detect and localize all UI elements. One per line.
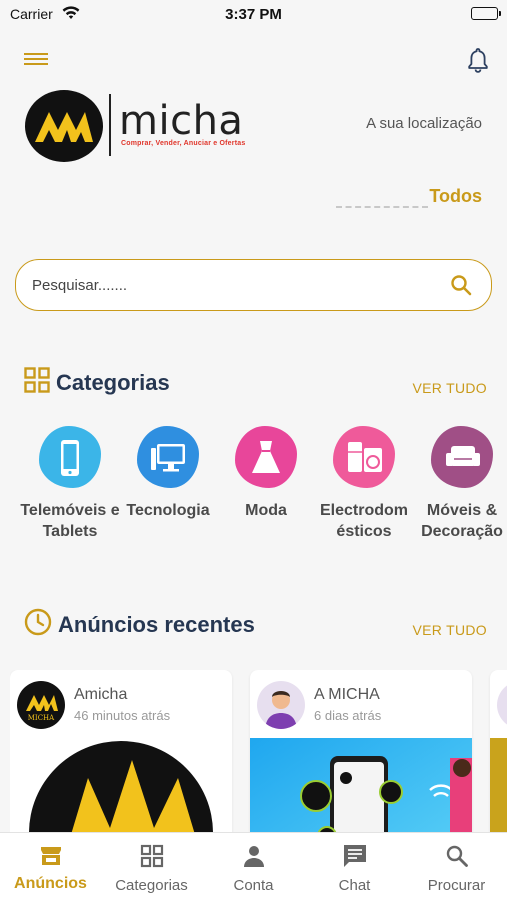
search-icon[interactable] bbox=[449, 273, 473, 297]
bottom-navigation: Anúncios Categorias Conta Chat Procurar bbox=[0, 832, 507, 900]
category-moveis[interactable]: Móveis & Decoração bbox=[410, 426, 507, 542]
seller-avatar: MICHA bbox=[17, 681, 65, 729]
chat-bubble-icon bbox=[304, 843, 405, 869]
notification-bell-icon[interactable] bbox=[466, 47, 490, 73]
micha-logo: micha Comprar, Vender, Anuciar e Ofertas bbox=[25, 88, 270, 163]
nav-anuncios[interactable]: Anúncios bbox=[0, 843, 101, 893]
categories-list: Telemóveis e Tablets Tecnologia Moda Ele… bbox=[18, 426, 507, 556]
smartphone-icon bbox=[39, 426, 101, 488]
recent-listings: MICHA Amicha 46 minutos atrás A MICHA 6 … bbox=[10, 670, 507, 832]
nav-categorias[interactable]: Categorias bbox=[101, 843, 202, 894]
recent-see-all-link[interactable]: VER TUDO bbox=[413, 622, 488, 638]
nav-label: Anúncios bbox=[14, 875, 87, 892]
battery-icon bbox=[471, 7, 501, 20]
listing-image bbox=[490, 738, 507, 832]
storefront-icon bbox=[0, 843, 101, 869]
recent-title: Anúncios recentes bbox=[58, 612, 255, 637]
nav-label: Procurar bbox=[427, 877, 486, 894]
category-tecnologia[interactable]: Tecnologia bbox=[116, 426, 220, 521]
nav-label: Chat bbox=[338, 877, 371, 894]
category-moda[interactable]: Moda bbox=[214, 426, 318, 521]
category-label: Moda bbox=[245, 502, 287, 519]
nav-procurar[interactable]: Procurar bbox=[406, 843, 507, 894]
logo-wordmark: micha bbox=[119, 98, 244, 144]
listing-image bbox=[250, 738, 472, 832]
location-selector[interactable]: A sua localização bbox=[366, 115, 482, 132]
search-icon bbox=[406, 843, 507, 869]
filter-underline bbox=[336, 206, 428, 208]
seller-avatar bbox=[497, 681, 507, 729]
search-bar bbox=[15, 259, 492, 311]
listing-card[interactable] bbox=[490, 670, 507, 832]
clock-icon bbox=[24, 608, 52, 642]
listing-image bbox=[10, 738, 232, 832]
search-input[interactable] bbox=[32, 274, 432, 296]
status-bar: Carrier 3:37 PM bbox=[0, 0, 507, 30]
dress-icon bbox=[235, 426, 297, 488]
clock: 3:37 PM bbox=[225, 6, 282, 23]
seller-name: Amicha bbox=[74, 686, 128, 703]
seller-avatar bbox=[257, 681, 305, 729]
listing-time: 46 minutos atrás bbox=[74, 708, 171, 723]
seller-name: A MICHA bbox=[314, 686, 380, 703]
category-label: Electrodom ésticos bbox=[319, 502, 408, 540]
desktop-computer-icon bbox=[137, 426, 199, 488]
category-telemoveis[interactable]: Telemóveis e Tablets bbox=[18, 426, 122, 542]
categories-heading: Categorias bbox=[24, 367, 170, 399]
logo-badge bbox=[25, 90, 103, 162]
categories-see-all-link[interactable]: VER TUDO bbox=[413, 380, 488, 396]
sofa-icon bbox=[431, 426, 493, 488]
grid-icon bbox=[101, 843, 202, 869]
categories-grid-icon bbox=[24, 367, 50, 399]
listing-card[interactable]: MICHA Amicha 46 minutos atrás bbox=[10, 670, 232, 832]
categories-title: Categorias bbox=[56, 370, 170, 395]
listing-time: 6 dias atrás bbox=[314, 708, 382, 723]
nav-conta[interactable]: Conta bbox=[203, 843, 304, 894]
hamburger-menu-icon[interactable] bbox=[24, 50, 48, 70]
recent-heading: Anúncios recentes bbox=[24, 608, 255, 642]
nav-label: Conta bbox=[233, 877, 274, 894]
category-label: Telemóveis e Tablets bbox=[20, 502, 120, 540]
category-label: Tecnologia bbox=[126, 502, 210, 519]
category-label: Móveis & Decoração bbox=[421, 502, 503, 540]
category-electrodomesticos[interactable]: Electrodom ésticos bbox=[312, 426, 416, 542]
location-filter-dropdown[interactable]: Todos bbox=[429, 186, 482, 207]
listing-card[interactable]: A MICHA 6 dias atrás bbox=[250, 670, 472, 832]
avatar-text: MICHA bbox=[27, 714, 55, 722]
nav-chat[interactable]: Chat bbox=[304, 843, 405, 894]
nav-label: Categorias bbox=[115, 877, 188, 894]
appliances-icon bbox=[333, 426, 395, 488]
person-icon bbox=[203, 843, 304, 869]
logo-tagline: Comprar, Vender, Anuciar e Ofertas bbox=[121, 140, 246, 147]
